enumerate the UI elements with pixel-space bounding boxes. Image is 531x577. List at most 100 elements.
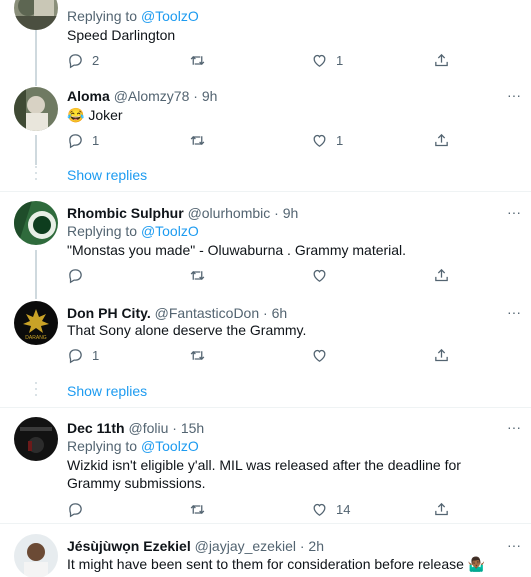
display-name[interactable]: Dec 11th (67, 420, 125, 436)
tweet-text: Speed Darlington (67, 27, 176, 43)
display-name[interactable]: Don PH City. (67, 305, 151, 321)
reply-count: 1 (92, 132, 100, 148)
share-button[interactable] (433, 345, 450, 365)
tweet-text: 😂 Joker (67, 107, 123, 123)
retweet-icon (190, 270, 205, 280)
share-icon (435, 53, 448, 66)
retweet-icon (190, 135, 205, 145)
mention-link[interactable]: @ToolzO (141, 223, 199, 239)
tweet-3[interactable]: Rhombic Sulphur @olurhombic · 9h ··· Rep… (0, 192, 531, 287)
like-button[interactable] (311, 345, 328, 365)
like-button[interactable]: 14 (311, 499, 350, 519)
tweet-text: It might have been sent to them for cons… (67, 556, 486, 572)
timestamp[interactable]: · 9h (193, 88, 217, 104)
retweet-button[interactable] (189, 130, 206, 150)
mention-link[interactable]: @ToolzO (141, 8, 199, 24)
reply-button[interactable]: 1 (67, 345, 99, 365)
user-handle[interactable]: @Alomzy78 (114, 88, 190, 104)
more-icon[interactable]: ··· (507, 204, 521, 220)
retweet-button[interactable] (189, 499, 206, 519)
like-count: 14 (336, 501, 351, 517)
timestamp[interactable]: · 6h (263, 305, 287, 321)
tweet-text: "Monstas you made" - Oluwaburna . Grammy… (67, 242, 407, 258)
thread-dots (32, 166, 40, 180)
tweet-2[interactable]: Aloma @Alomzy78 · 9h ··· 😂 Joker 1 1 Sho… (0, 80, 531, 190)
reply-button[interactable]: 1 (67, 130, 99, 150)
like-button[interactable] (311, 265, 328, 285)
more-icon[interactable]: ··· (507, 537, 521, 553)
tweet-5[interactable]: Dec 11th @foliu · 15h ··· Replying to @T… (0, 408, 531, 523)
avatar[interactable] (14, 0, 58, 30)
retweet-button[interactable] (189, 345, 206, 365)
share-button[interactable] (433, 265, 450, 285)
display-name[interactable]: Rhombic Sulphur (67, 205, 184, 221)
share-button[interactable] (433, 499, 450, 519)
reply-count: 2 (92, 52, 100, 68)
timestamp[interactable]: · 15h (172, 420, 204, 436)
reply-count: 1 (92, 347, 100, 363)
share-button[interactable] (433, 50, 450, 70)
mention-link[interactable]: @ToolzO (141, 438, 199, 454)
thread-line (35, 80, 37, 86)
share-icon (435, 502, 448, 515)
retweet-icon (190, 504, 205, 514)
user-handle[interactable]: @olurhombic (188, 205, 271, 221)
show-replies-link[interactable]: Show replies (67, 167, 147, 183)
like-button[interactable]: 1 (311, 50, 343, 70)
retweet-button[interactable] (189, 50, 206, 70)
user-handle[interactable]: @FantasticoDon (155, 305, 259, 321)
tweet-header: Rhombic Sulphur @olurhombic · 9h (67, 204, 298, 222)
like-icon (313, 54, 326, 67)
user-handle[interactable]: @foliu (128, 420, 168, 436)
tweet-text: That Sony alone deserve the Grammy. (67, 322, 307, 338)
tweet-6[interactable]: Jésùjùwọn Ezekiel @jayjay_ezekiel · 2h ·… (0, 524, 531, 577)
avatar[interactable]: DARANG (14, 301, 58, 345)
tweet-actions: 1 (67, 345, 487, 365)
avatar[interactable] (14, 201, 58, 245)
like-icon (313, 269, 326, 282)
like-icon (313, 349, 326, 362)
replying-to: Replying to @ToolzO (67, 223, 199, 239)
share-icon (435, 133, 448, 146)
like-button[interactable]: 1 (311, 130, 343, 150)
tweet-actions (67, 265, 487, 285)
retweet-icon (190, 350, 205, 360)
user-handle[interactable]: @jayjay_ezekiel (195, 538, 296, 554)
like-count: 1 (336, 132, 344, 148)
retweet-icon (190, 55, 205, 65)
tweet-4[interactable]: DARANG Don PH City. @FantasticoDon · 6h … (0, 287, 531, 407)
share-icon (435, 268, 448, 281)
avatar[interactable] (14, 417, 58, 461)
more-icon[interactable]: ··· (507, 87, 521, 103)
tweet-1[interactable]: Replying to @ToolzO Speed Darlington 2 1 (0, 0, 531, 80)
timestamp[interactable]: · 9h (274, 205, 298, 221)
display-name[interactable]: Jésùjùwọn Ezekiel (67, 538, 191, 554)
tweet-actions: 1 1 (67, 130, 487, 150)
more-icon[interactable]: ··· (507, 419, 521, 435)
like-count: 1 (336, 52, 344, 68)
display-name[interactable]: Aloma (67, 88, 110, 104)
like-icon (313, 503, 326, 516)
retweet-button[interactable] (189, 265, 206, 285)
show-replies-link[interactable]: Show replies (67, 383, 147, 399)
tweet-actions: 2 1 (67, 50, 487, 70)
tweet-header: Aloma @Alomzy78 · 9h (67, 87, 217, 105)
reply-button[interactable] (67, 265, 84, 285)
share-button[interactable] (433, 130, 450, 150)
reply-button[interactable]: 2 (67, 50, 99, 70)
share-icon (435, 348, 448, 361)
thread-line (35, 30, 37, 80)
avatar[interactable] (14, 534, 58, 577)
more-icon[interactable]: ··· (507, 304, 521, 320)
timestamp[interactable]: · 2h (300, 538, 324, 554)
like-icon (313, 134, 326, 147)
tweet-header: Dec 11th @foliu · 15h (67, 419, 204, 437)
tweet-actions: 14 (67, 499, 487, 519)
reply-button[interactable] (67, 499, 84, 519)
tweet-text: Wizkid isn't eligible y'all. MIL was rel… (67, 457, 461, 491)
avatar[interactable] (14, 87, 58, 131)
reply-icon (69, 133, 82, 148)
replying-to: Replying to @ToolzO (67, 438, 199, 454)
svg-text:DARANG: DARANG (25, 335, 47, 341)
reply-icon (69, 268, 82, 283)
